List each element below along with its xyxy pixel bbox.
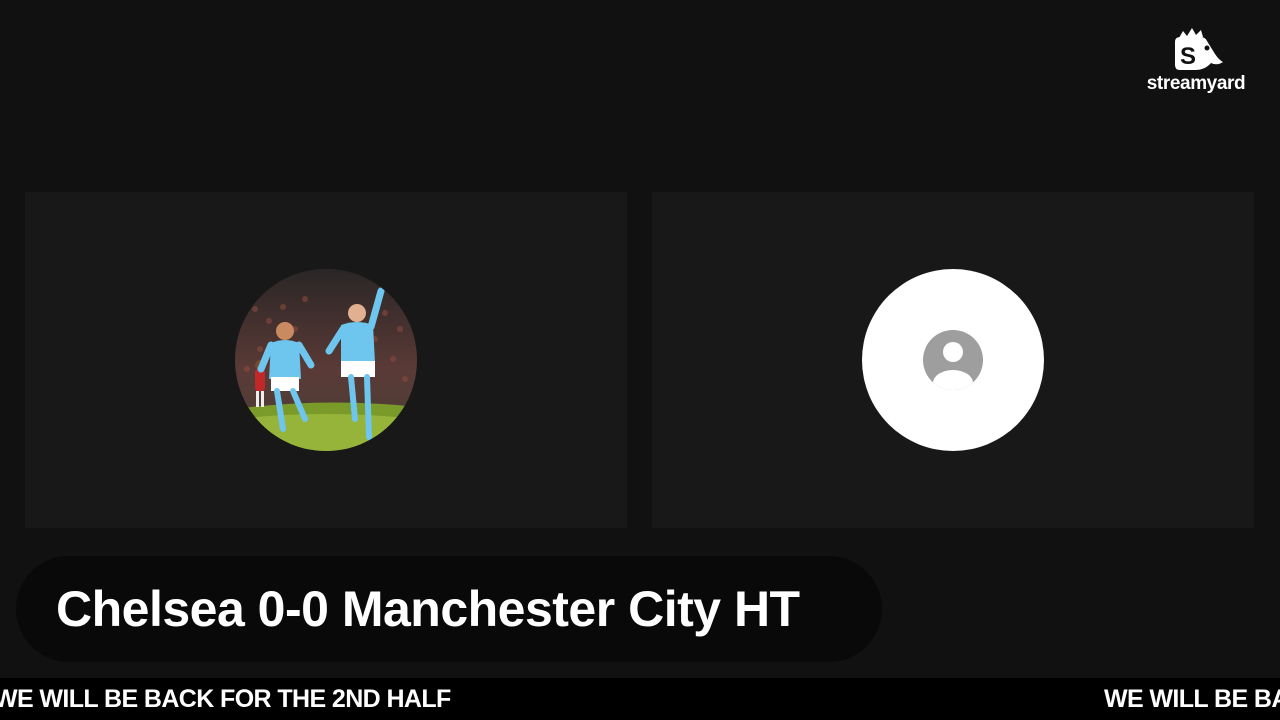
svg-text:S: S	[1180, 43, 1196, 70]
streamyard-logo-icon: S	[1175, 28, 1223, 70]
participant-tile-1[interactable]	[25, 192, 627, 528]
score-banner: Chelsea 0-0 Manchester City HT	[16, 556, 882, 662]
ticker-bar: WE WILL BE BACK FOR THE 2ND HALF WE WILL…	[0, 678, 1280, 720]
football-players-photo	[235, 269, 417, 451]
stream-canvas: S streamyard Chelsea 0-0 Manchester City…	[0, 0, 1280, 720]
streamyard-logo: S streamyard	[1138, 24, 1254, 93]
participant-tile-2[interactable]	[652, 192, 1254, 528]
ticker-text-repeat: WE WILL BE BACK FOR THE 2ND HALF	[1104, 685, 1280, 713]
person-icon	[923, 330, 983, 390]
score-banner-text: Chelsea 0-0 Manchester City HT	[56, 581, 800, 637]
participant-avatar-placeholder	[862, 269, 1044, 451]
ticker-text: WE WILL BE BACK FOR THE 2ND HALF	[0, 685, 451, 713]
participant-avatar-photo	[235, 269, 417, 451]
streamyard-logo-text: streamyard	[1146, 73, 1246, 94]
